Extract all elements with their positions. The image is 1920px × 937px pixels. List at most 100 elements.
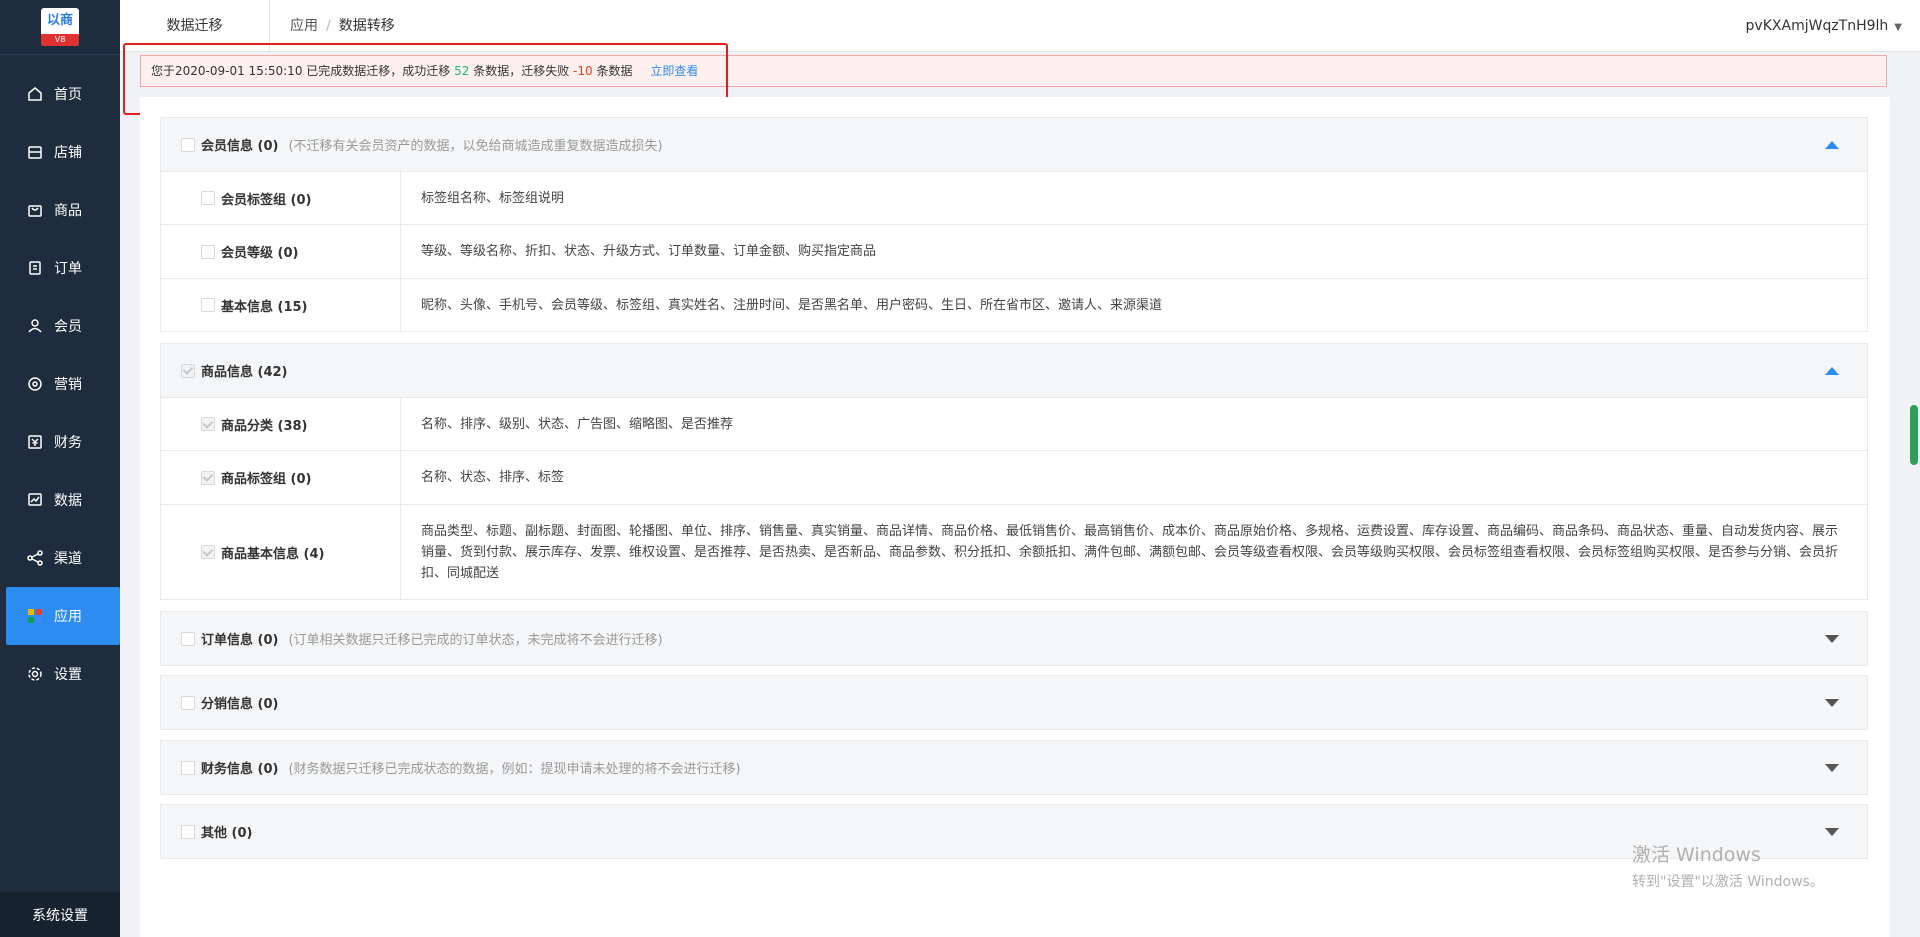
windows-activation-watermark: 激活 Windows 转到"设置"以激活 Windows。 <box>1632 840 1824 891</box>
section-note: (不迁移有关会员资产的数据，以免给商城造成重复数据造成损失) <box>288 139 663 154</box>
row-checkbox[interactable] <box>201 417 215 431</box>
breadcrumb-item-current: 数据转移 <box>338 18 395 34</box>
section-product-info: 商品信息 (42) 商品分类 (38) 名称、排序、级别、状态、广告图、缩略图、… <box>160 343 1868 600</box>
sidebar-item-label: 数据 <box>54 493 82 509</box>
page-title: 数据迁移 <box>120 0 270 52</box>
section-header[interactable]: 商品信息 (42) <box>161 344 1867 397</box>
collapse-arrow-icon[interactable] <box>1825 366 1839 375</box>
row-checkbox[interactable] <box>201 191 215 205</box>
sidebar-item-label: 设置 <box>54 667 82 683</box>
row-checkbox[interactable] <box>201 470 215 485</box>
breadcrumb-item-apps[interactable]: 应用 <box>290 18 318 34</box>
sidebar-item-marketing[interactable]: 营销 <box>0 355 120 413</box>
fail-count: -10 <box>573 64 593 78</box>
finance-icon <box>26 433 44 451</box>
table-row: 会员标签组 (0) 标签组名称、标签组说明 <box>161 171 1867 224</box>
store-icon <box>26 143 44 161</box>
row-checkbox[interactable] <box>201 298 215 312</box>
sidebar-item-orders[interactable]: 订单 <box>0 239 120 297</box>
view-now-link[interactable]: 立即查看 <box>650 64 698 78</box>
expand-arrow-icon[interactable] <box>1825 763 1839 772</box>
section-checkbox[interactable] <box>181 137 195 152</box>
section-order-info: 订单信息 (0) (订单相关数据只迁移已完成的订单状态，未完成将不会进行迁移) <box>160 611 1868 666</box>
row-label: 商品基本信息 (4) <box>221 546 325 562</box>
row-description: 名称、状态、排序、标签 <box>421 470 565 485</box>
user-icon <box>26 317 44 335</box>
sidebar-item-store[interactable]: 店铺 <box>0 123 120 181</box>
sidebar-item-channels[interactable]: 渠道 <box>0 529 120 587</box>
sidebar-item-products[interactable]: 商品 <box>0 181 120 239</box>
sidebar-item-settings[interactable]: 设置 <box>0 645 120 703</box>
section-header[interactable]: 分销信息 (0) <box>161 676 1867 729</box>
logo[interactable]: 以商 V8 <box>0 0 120 55</box>
sidebar-item-members[interactable]: 会员 <box>0 297 120 355</box>
sidebar-item-label: 首页 <box>54 87 82 103</box>
sidebar-item-label: 财务 <box>54 435 82 451</box>
sidebar-item-label: 会员 <box>54 319 82 335</box>
section-title: 订单信息 (0) <box>201 633 279 648</box>
section-other: 其他 (0) <box>160 804 1868 859</box>
sidebar-item-apps[interactable]: 应用 <box>6 587 120 645</box>
sidebar-item-home[interactable]: 首页 <box>0 65 120 123</box>
row-label-cell: 会员等级 (0) <box>161 225 401 278</box>
logo-top-text: 以商 <box>46 13 73 28</box>
row-description: 等级、等级名称、折扣、状态、升级方式、订单数量、订单金额、购买指定商品 <box>421 244 877 259</box>
watermark-line2: 转到"设置"以激活 Windows。 <box>1632 874 1824 890</box>
section-checkbox[interactable] <box>181 363 195 378</box>
section-member-info: 会员信息 (0) (不迁移有关会员资产的数据，以免给商城造成重复数据造成损失) … <box>160 117 1868 332</box>
row-checkbox[interactable] <box>201 545 215 559</box>
success-count: 52 <box>454 64 470 78</box>
alert-suffix: 条数据 <box>596 64 633 78</box>
table-row: 商品基本信息 (4) 商品类型、标题、副标题、封面图、轮播图、单位、排序、销售量… <box>161 504 1867 599</box>
vertical-scrollbar[interactable] <box>1910 405 1918 465</box>
section-note: (财务数据只迁移已完成状态的数据，例如：提现申请未处理的将不会进行迁移) <box>288 762 741 777</box>
sidebar-item-label: 店铺 <box>54 145 82 161</box>
share-icon <box>26 549 44 567</box>
section-checkbox[interactable] <box>181 824 195 839</box>
section-checkbox[interactable] <box>181 760 195 775</box>
collapse-arrow-icon[interactable] <box>1825 140 1839 149</box>
sidebar-item-data[interactable]: 数据 <box>0 471 120 529</box>
sidebar-item-label: 渠道 <box>54 551 82 567</box>
row-label-cell: 会员标签组 (0) <box>161 172 401 224</box>
table-row: 会员等级 (0) 等级、等级名称、折扣、状态、升级方式、订单数量、订单金额、购买… <box>161 224 1867 278</box>
top-header: 数据迁移 应用 / 数据转移 pvKXAmjWqzTnH9lh ▼ <box>120 0 1920 52</box>
watermark-line1: 激活 Windows <box>1632 844 1761 866</box>
system-settings-button[interactable]: 系统设置 <box>0 892 120 937</box>
expand-arrow-icon[interactable] <box>1825 698 1839 707</box>
row-label-cell: 基本信息 (15) <box>161 279 401 331</box>
expand-arrow-icon[interactable] <box>1825 827 1839 836</box>
sidebar-item-finance[interactable]: 财务 <box>0 413 120 471</box>
section-title: 商品信息 (42) <box>201 365 288 380</box>
breadcrumb: 应用 / 数据转移 <box>290 0 395 52</box>
expand-arrow-icon[interactable] <box>1825 634 1839 643</box>
sidebar-item-label: 商品 <box>54 203 82 219</box>
table-row: 商品标签组 (0) 名称、状态、排序、标签 <box>161 450 1867 504</box>
apps-icon <box>26 607 44 625</box>
table-row: 基本信息 (15) 昵称、头像、手机号、会员等级、标签组、真实姓名、注册时间、是… <box>161 278 1867 331</box>
bag-icon <box>26 201 44 219</box>
alert-prefix: 您于2020-09-01 15:50:10 已完成数据迁移，成功迁移 <box>151 64 451 78</box>
section-header[interactable]: 订单信息 (0) (订单相关数据只迁移已完成的订单状态，未完成将不会进行迁移) <box>161 612 1867 665</box>
row-label: 商品标签组 (0) <box>221 472 312 487</box>
section-title: 会员信息 (0) <box>201 139 279 154</box>
sidebar-item-label: 营销 <box>54 377 82 393</box>
user-menu[interactable]: pvKXAmjWqzTnH9lh ▼ <box>1746 0 1902 52</box>
row-label-cell: 商品标签组 (0) <box>161 451 401 504</box>
logo-version: V8 <box>41 34 79 46</box>
row-description: 昵称、头像、手机号、会员等级、标签组、真实姓名、注册时间、是否黑名单、用户密码、… <box>421 297 1163 313</box>
home-icon <box>26 85 44 103</box>
row-checkbox[interactable] <box>201 244 215 259</box>
section-finance-info: 财务信息 (0) (财务数据只迁移已完成状态的数据，例如：提现申请未处理的将不会… <box>160 740 1868 795</box>
table-row: 商品分类 (38) 名称、排序、级别、状态、广告图、缩略图、是否推荐 <box>161 397 1867 450</box>
section-header[interactable]: 财务信息 (0) (财务数据只迁移已完成状态的数据，例如：提现申请未处理的将不会… <box>161 741 1867 794</box>
section-header[interactable]: 其他 (0) <box>161 805 1867 858</box>
section-note: (订单相关数据只迁移已完成的订单状态，未完成将不会进行迁移) <box>288 633 663 648</box>
row-label: 商品分类 (38) <box>221 418 308 434</box>
row-label: 会员标签组 (0) <box>221 192 312 208</box>
sidebar-item-label: 应用 <box>54 609 82 625</box>
section-checkbox[interactable] <box>181 695 195 710</box>
section-checkbox[interactable] <box>181 631 195 646</box>
section-header[interactable]: 会员信息 (0) (不迁移有关会员资产的数据，以免给商城造成重复数据造成损失) <box>161 118 1867 171</box>
alert-mid: 条数据，迁移失败 <box>473 64 570 78</box>
